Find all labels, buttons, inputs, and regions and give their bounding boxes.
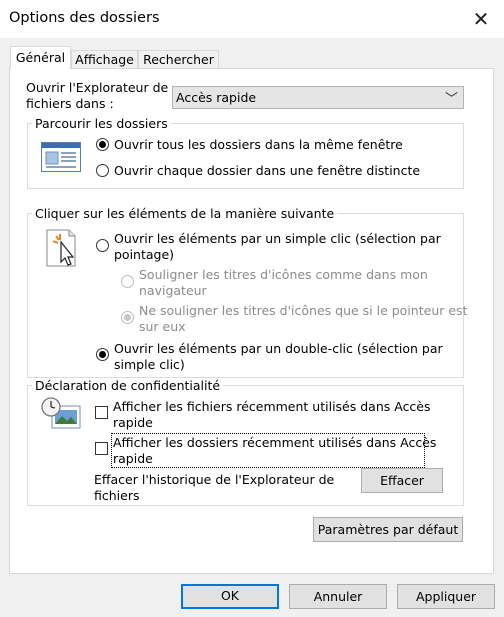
- radio-single-click-label-line1[interactable]: Ouvrir les éléments par un simple clic (…: [114, 231, 441, 247]
- window-title: Options des dossiers: [9, 10, 160, 26]
- privacy-legend: Déclaration de confidentialité: [32, 378, 224, 393]
- click-behavior-legend: Cliquer sur les éléments de la manière s…: [32, 206, 338, 221]
- open-in-select[interactable]: Accès rapide ﹀: [172, 86, 464, 109]
- privacy-clock-icon: [40, 396, 82, 432]
- radio-underline-always[interactable]: [121, 275, 134, 288]
- radio-underline-hover-label-line1[interactable]: Ne souligner les titres d'icônes que si …: [139, 303, 467, 319]
- radio-double-click[interactable]: [96, 348, 109, 361]
- tab-rechercher[interactable]: Rechercher: [138, 50, 219, 69]
- checkbox-recent-files[interactable]: [95, 406, 108, 419]
- radio-single-click-label-line2[interactable]: pointage): [114, 247, 174, 263]
- tab-affichage[interactable]: Affichage: [71, 50, 138, 69]
- clear-history-label-line1: Effacer l'historique de l'Explorateur de: [94, 472, 335, 487]
- radio-underline-always-label-line2[interactable]: navigateur: [139, 283, 207, 299]
- checkbox-recent-folders-label-line1[interactable]: Afficher les dossiers récemment utilisés…: [113, 435, 436, 451]
- radio-double-click-label-line1[interactable]: Ouvrir les éléments par un double-clic (…: [114, 341, 443, 357]
- browse-folders-legend: Parcourir les dossiers: [32, 116, 171, 131]
- chevron-down-icon: ﹀: [444, 92, 458, 107]
- close-icon[interactable]: ✕: [469, 7, 493, 31]
- open-in-label-line1: Ouvrir l'Explorateur de: [26, 80, 169, 95]
- radio-underline-hover[interactable]: [121, 311, 134, 324]
- checkbox-recent-folders-label-line2[interactable]: rapide: [113, 451, 153, 467]
- radio-underline-hover-label-line2[interactable]: sur eux: [139, 319, 186, 335]
- open-in-label-line2: fichiers dans :: [26, 96, 114, 111]
- click-cursor-icon: [44, 228, 80, 270]
- radio-separate-window[interactable]: [96, 164, 109, 177]
- radio-same-window-label[interactable]: Ouvrir tous les dossiers dans la même fe…: [114, 137, 403, 153]
- folder-window-icon: [41, 142, 81, 172]
- radio-separate-window-label[interactable]: Ouvrir chaque dossier dans une fenêtre d…: [114, 163, 420, 179]
- apply-button[interactable]: Appliquer: [397, 584, 495, 609]
- checkbox-recent-folders[interactable]: [95, 442, 108, 455]
- open-in-selected-value: Accès rapide: [176, 90, 257, 105]
- checkbox-recent-files-label-line1[interactable]: Afficher les fichiers récemment utilisés…: [113, 399, 431, 415]
- clear-history-button[interactable]: Effacer: [361, 468, 443, 493]
- checkbox-recent-files-label-line2[interactable]: rapide: [113, 415, 153, 431]
- cancel-button[interactable]: Annuler: [289, 584, 387, 609]
- tab-general[interactable]: Général: [10, 46, 71, 69]
- ok-button[interactable]: OK: [181, 584, 279, 609]
- radio-underline-always-label-line1[interactable]: Souligner les titres d'icônes comme dans…: [139, 267, 428, 283]
- radio-same-window[interactable]: [96, 138, 109, 151]
- title-bar: Options des dossiers ✕: [0, 0, 504, 38]
- clear-history-label-line2: fichiers: [94, 488, 140, 503]
- browse-folders-group: [27, 123, 464, 189]
- restore-defaults-button[interactable]: Paramètres par défaut: [313, 517, 463, 542]
- radio-single-click[interactable]: [96, 239, 109, 252]
- radio-double-click-label-line2[interactable]: simple clic): [114, 357, 185, 373]
